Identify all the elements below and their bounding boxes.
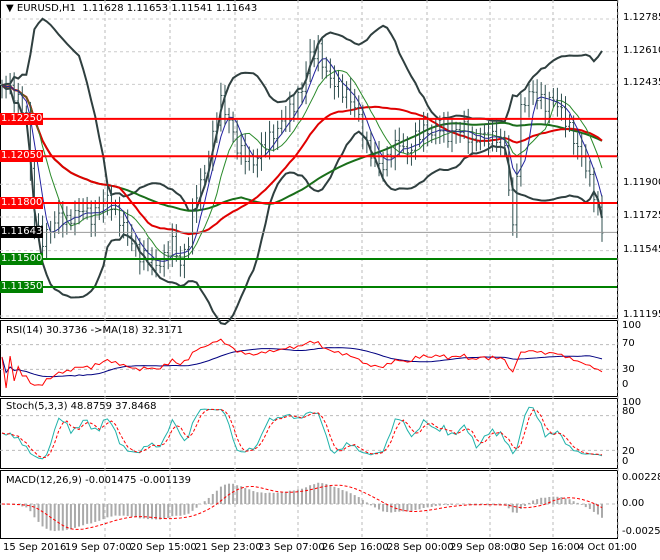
rsi-axis-label: 70 [622,338,635,349]
level-tag: 1.11500 [0,253,43,266]
macd-axis-label: 0.002288 [622,472,660,483]
rsi-axis-label: 30 [622,364,635,375]
stoch-k-line [1,406,603,460]
price-label: 1.12785 [623,12,660,23]
time-label: 29 Sep 08:00 [450,542,517,553]
time-label: 26 Sep 16:00 [322,542,389,553]
price-label: 1.11545 [623,243,660,255]
time-label: 20 Sep 15:00 [130,542,197,553]
stoch-title: Stoch(5,3,3) 48.8759 37.8468 [6,401,157,412]
price-label: 1.11725 [623,209,660,221]
bollinger-lower [1,84,603,326]
macd-axis-label: -0.002579 [622,526,660,537]
price-label: 1.12610 [623,44,660,56]
stoch-axis-label: 80 [622,406,635,417]
price-label: 1.12435 [623,77,660,89]
chart-header: ▼ EURUSD,H1 1.11628 1.11653 1.11541 1.11… [6,3,257,14]
time-label: 30 Sep 16:00 [513,542,580,553]
rsi-axis-label: 100 [622,320,642,331]
rsi-ma-line [1,347,603,378]
rsi-title: RSI(14) 30.3736 ->MA(18) 32.3171 [6,325,183,336]
level-tag: 1.12050 [0,150,43,163]
time-label: 21 Sep 23:00 [195,542,262,553]
macd-title: MACD(12,26,9) -0.001475 -0.001139 [6,475,191,486]
trading-chart-window: ▼ EURUSD,H1 1.11628 1.11653 1.11541 1.11… [0,0,660,560]
level-tag: 1.11350 [0,281,43,294]
time-label: 28 Sep 00:00 [387,542,454,553]
time-label: 23 Sep 07:00 [258,542,325,553]
time-label: 15 Sep 2016 [3,542,67,553]
rsi-line [1,338,603,389]
rsi-axis-label: 0 [622,379,629,390]
price-label: 1.11195 [623,308,660,320]
dropdown-icon[interactable]: ▼ [6,3,17,14]
time-label: 4 Oct 01:00 [578,542,637,553]
current-price-tag: 1.11643 [0,226,43,239]
macd-axis-label: 0.00 [622,498,645,509]
symbol-label: EURUSD,H1 [16,3,76,14]
stoch-axis-label: 0 [622,456,629,467]
time-label: 19 Sep 07:00 [65,542,132,553]
ohlc-values: 1.11628 1.11653 1.11541 1.11643 [82,3,258,14]
price-label: 1.11900 [623,177,660,189]
level-tag: 1.11800 [0,196,43,209]
level-tag: 1.12250 [0,112,43,125]
